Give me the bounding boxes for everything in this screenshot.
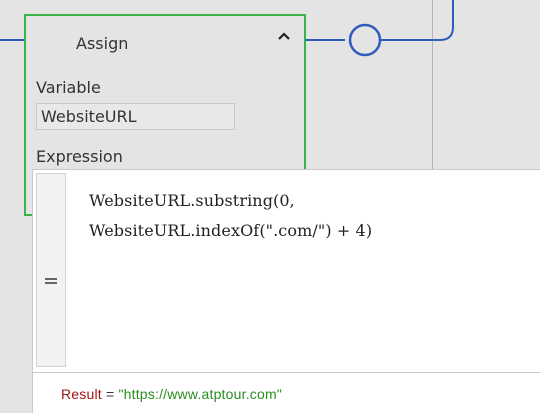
result-value: "https://www.atptour.com" [118, 386, 283, 402]
variable-label: Variable [36, 78, 101, 97]
result-text: Result = "https://www.atptour.com" [61, 386, 282, 402]
variable-input[interactable]: WebsiteURL [36, 103, 235, 130]
editor-resize-handle[interactable] [36, 173, 66, 367]
result-bar: Result = "https://www.atptour.com" [32, 373, 540, 413]
expression-line-2: WebsiteURL.indexOf(".com/") + 4) [89, 221, 373, 240]
expression-line-1: WebsiteURL.substring(0, [89, 191, 295, 210]
expression-label: Expression [36, 147, 123, 166]
connection-node-icon [348, 23, 382, 57]
loop-connector-line [381, 0, 454, 41]
result-label: Result [61, 386, 102, 402]
result-equals: = [101, 386, 119, 402]
chevron-up-icon[interactable] [274, 26, 294, 46]
expression-code[interactable]: WebsiteURL.substring(0, WebsiteURL.indexO… [89, 186, 540, 246]
expression-editor[interactable]: WebsiteURL.substring(0, WebsiteURL.indexO… [32, 169, 540, 373]
assign-title: Assign [76, 34, 129, 53]
workflow-canvas[interactable]: Assign Variable WebsiteURL Expression We… [0, 0, 540, 413]
grip-lines-icon [45, 278, 57, 286]
